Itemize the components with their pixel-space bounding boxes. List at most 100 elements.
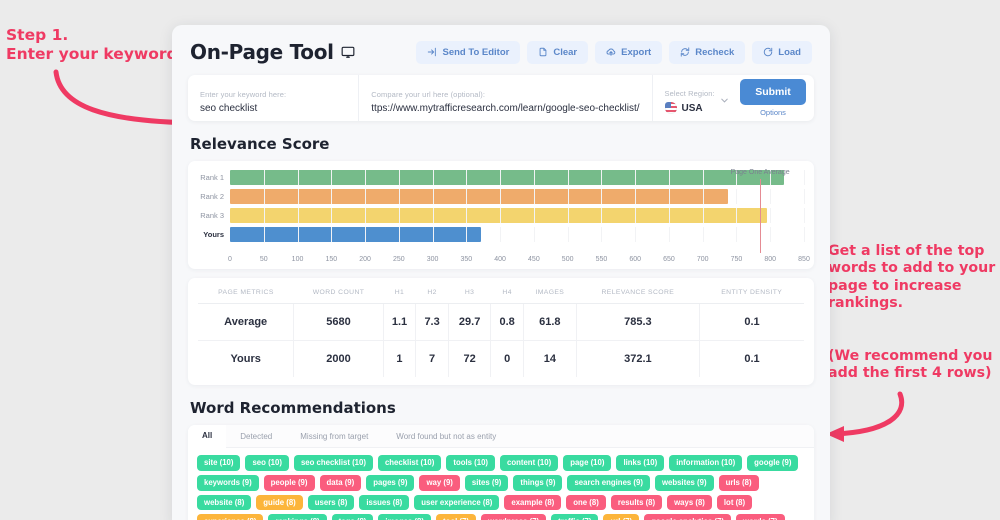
word-tag[interactable]: pages (9) [366,474,415,491]
chart-x-tick: 550 [595,256,608,263]
word-tag[interactable]: ways (8) [667,494,712,511]
chart-bar[interactable] [230,170,784,185]
word-tag[interactable]: tags (8) [331,514,374,520]
word-tag[interactable]: traffic (7) [551,514,599,520]
search-bar: Enter your keyword here: seo checklist C… [188,75,814,121]
chart-gridline [804,170,805,185]
chart-x-tick: 200 [359,256,371,263]
word-tag[interactable]: wordpress (7) [480,514,547,520]
upload-cloud-icon [606,47,616,57]
chart-gridline [297,170,299,185]
metrics-table: PAGE METRICS WORD COUNT H1 H2 H3 H4 IMAGES RELE… [198,284,804,377]
word-tag[interactable]: sites (9) [464,474,509,491]
keyword-input[interactable]: seo checklist [200,103,346,114]
chart-gridline [398,189,400,204]
word-tag[interactable]: data (9) [319,474,362,491]
region-value: USA [681,102,703,114]
word-tag[interactable]: one (8) [566,494,606,511]
word-tag[interactable]: words (7) [735,514,785,520]
word-tag[interactable]: google (9) [747,455,799,471]
chevron-down-icon[interactable] [719,93,730,111]
word-tag[interactable]: content (10) [500,455,559,471]
chart-gridline [331,189,333,204]
load-button[interactable]: Load [752,40,812,64]
export-button[interactable]: Export [595,40,663,64]
word-tag[interactable]: links (10) [616,455,665,471]
table-cell: Average [198,303,294,341]
send-arrow-icon [427,47,437,57]
word-tag[interactable]: lot (8) [716,494,753,511]
word-tag[interactable]: information (10) [669,455,743,471]
word-tag[interactable]: tools (10) [446,455,496,471]
word-tag[interactable]: images (8) [378,514,431,520]
word-tag[interactable]: tool (7) [435,514,476,520]
word-tag[interactable]: people (9) [263,474,315,491]
chart-gridline [736,227,738,242]
tab-all[interactable]: All [188,425,227,448]
chart-gridline [804,208,805,223]
word-tag[interactable]: things (9) [513,474,563,491]
recheck-button[interactable]: Recheck [669,40,746,64]
chart-gridline [601,208,603,223]
word-tag[interactable]: guide (8) [256,494,303,511]
word-tag[interactable]: issues (8) [359,494,410,511]
word-tag[interactable]: results (8) [610,494,663,511]
word-tag[interactable]: user experience (8) [414,494,500,511]
word-tag[interactable]: seo checklist (10) [293,455,373,471]
send-to-editor-button[interactable]: Send To Editor [416,40,521,64]
word-tag[interactable]: page (10) [563,455,612,471]
word-tag[interactable]: users (8) [307,494,355,511]
chart-gridline [668,170,670,185]
word-tag[interactable]: websites (9) [654,474,714,491]
chart-gridline [331,170,333,185]
chart-bar-label: Rank 1 [200,173,224,182]
table-cell: 29.7 [447,303,491,341]
chart-x-tick: 250 [392,256,405,263]
chart-gridline [702,227,704,242]
chart-bar[interactable] [230,227,482,242]
word-tag[interactable]: seo (10) [245,455,289,471]
chart-gridline [263,170,265,185]
word-tag[interactable]: example (8) [504,494,562,511]
chart-x-tick: 700 [696,256,709,263]
word-tag[interactable]: urls (8) [718,474,759,491]
chart-gridline [533,227,535,242]
word-tag[interactable]: keywords (9) [197,474,259,491]
word-tag[interactable]: google analytics (7) [644,514,731,520]
chart-bar[interactable] [230,208,767,223]
chart-x-tick: 150 [325,256,338,263]
chart-plot-area: Rank 1 Rank 2 Rank 3 Yours 0 50 100 150 200 250 30… [198,169,810,269]
keyword-field[interactable]: Enter your keyword here: seo checklist [188,75,358,121]
chart-bar-label: Rank 2 [200,192,224,201]
chart-bar[interactable] [230,189,729,204]
word-tag[interactable]: site (10) [197,455,241,471]
chart-gridline [466,208,468,223]
word-tag[interactable]: search engines (9) [567,474,650,491]
word-tag[interactable]: checklist (10) [377,455,442,471]
chart-bar-track [230,227,805,242]
word-tag[interactable]: rankings (8) [268,514,327,520]
word-tag[interactable]: website (8) [197,494,252,511]
table-cell: 1 [382,340,416,377]
word-tag[interactable]: url (7) [603,514,640,520]
clear-button[interactable]: Clear [527,40,589,64]
word-tag[interactable]: way (9) [419,474,460,491]
chart-gridline [365,170,367,185]
chart-gridline [365,227,367,242]
word-tabs: All Detected Missing from target Word found… [188,425,814,448]
region-select[interactable]: Select Region: USA [651,75,740,121]
tab-word-found-but-not-as-entity[interactable]: Word found but not as entity [382,425,510,447]
chart-gridline [331,227,333,242]
url-input[interactable]: ttps://www.mytrafficresearch.com/learn/g… [371,103,639,114]
chart-gridline [702,170,704,185]
chart-gridline [702,208,704,223]
table-row: Average 5680 1.1 7.3 29.7 0.8 61.8 785.3 0.1 [198,303,804,341]
chart-gridline [263,227,265,242]
url-field[interactable]: Compare your url here (optional): ttps:/… [358,75,651,121]
word-tag[interactable]: experience (8) [197,514,264,520]
tab-missing-from-target[interactable]: Missing from target [286,425,382,447]
submit-button[interactable]: Submit [740,79,806,105]
options-link[interactable]: Options [760,108,786,117]
table-cell: 372.1 [575,340,700,377]
tab-detected[interactable]: Detected [226,425,286,447]
